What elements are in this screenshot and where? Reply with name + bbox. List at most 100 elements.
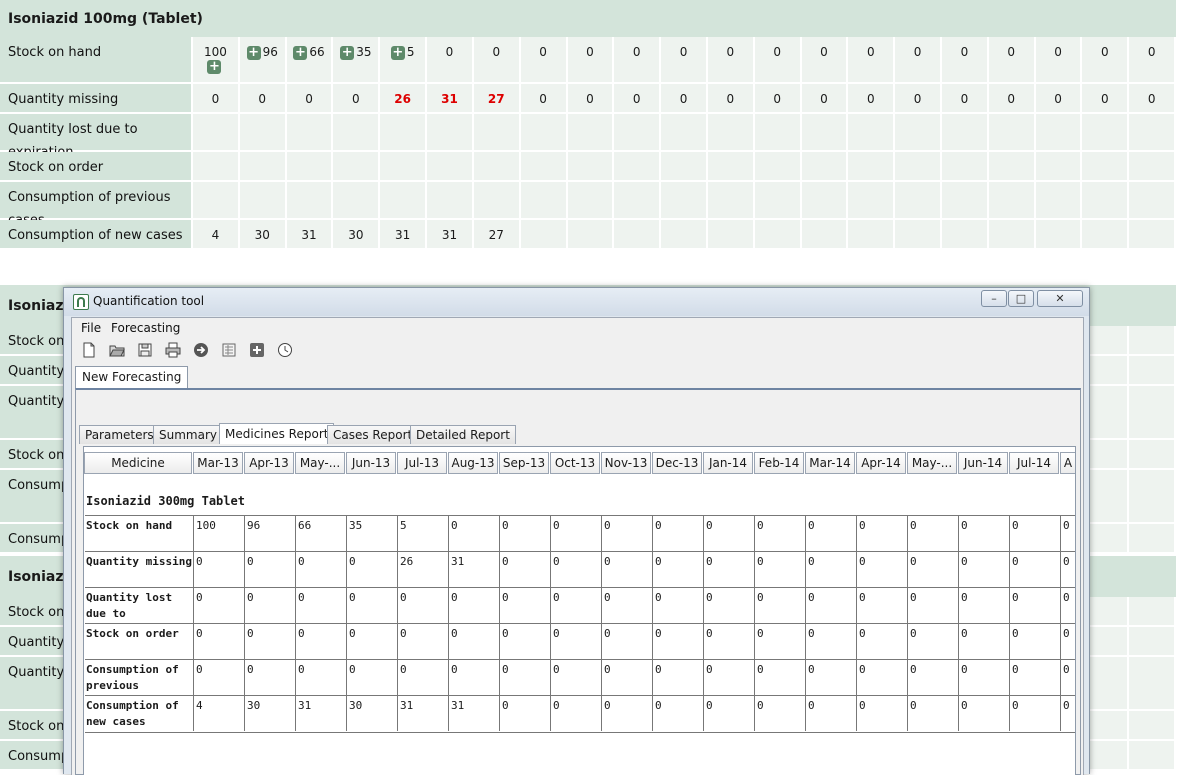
report-cell: 0 — [397, 588, 448, 623]
report-cell: 0 — [550, 624, 601, 659]
table-cell — [1129, 627, 1177, 657]
table-cell — [380, 114, 428, 152]
row-label: Stock on order — [0, 152, 193, 182]
column-header[interactable]: Jul-13 — [397, 452, 447, 474]
column-header[interactable]: Medicine — [84, 452, 192, 474]
menu-bar: File Forecasting — [72, 318, 1083, 338]
menu-file[interactable]: File — [81, 321, 101, 335]
column-header[interactable]: Mar-14 — [805, 452, 855, 474]
tab-parameters[interactable]: Parameters — [79, 425, 160, 444]
report-cell: 0 — [1009, 588, 1060, 623]
column-header[interactable]: Nov-13 — [601, 452, 651, 474]
report-cell: 0 — [805, 696, 856, 731]
table-cell: 0 — [895, 84, 942, 114]
report-cell: 0 — [550, 552, 601, 587]
table-cell — [1129, 470, 1177, 524]
table-cell — [1129, 152, 1177, 182]
report-cell: 0 — [907, 624, 958, 659]
table-cell: +5 — [380, 37, 428, 84]
column-header[interactable]: Apr-13 — [244, 452, 294, 474]
cell-value: 0 — [445, 45, 454, 59]
column-header[interactable]: Aug-13 — [448, 452, 498, 474]
print-icon[interactable] — [165, 342, 181, 358]
maximize-button[interactable]: □ — [1008, 290, 1034, 307]
add-icon[interactable]: + — [207, 59, 222, 74]
table-cell: 26 — [380, 84, 428, 114]
add-icon[interactable] — [249, 342, 265, 358]
cell-value: 0 — [679, 92, 688, 106]
column-header[interactable]: Jan-14 — [703, 452, 753, 474]
cell-value: 0 — [1147, 45, 1156, 59]
cell-value: 0 — [211, 92, 220, 106]
cell-value: 96 — [262, 45, 278, 59]
add-icon[interactable]: + — [340, 45, 355, 60]
report-cell: 4 — [193, 696, 244, 731]
table-cell — [848, 114, 896, 152]
minimize-button[interactable]: – — [981, 290, 1007, 307]
tab-cases-report[interactable]: Cases Report — [327, 425, 419, 444]
table-cell: +35 — [333, 37, 381, 84]
go-arrow-icon[interactable] — [193, 342, 209, 358]
column-header[interactable]: May-... — [295, 452, 345, 474]
table-cell: 0 — [942, 37, 989, 84]
table-cell — [754, 152, 802, 182]
table-cell: 0 — [801, 37, 849, 84]
report-cell: 0 — [703, 552, 754, 587]
report-cell: 0 — [703, 624, 754, 659]
cell-value: 31 — [301, 228, 317, 242]
column-header[interactable]: Jul-14 — [1009, 452, 1059, 474]
column-header[interactable]: Jun-14 — [958, 452, 1008, 474]
column-header[interactable]: Mar-13 — [193, 452, 243, 474]
save-icon[interactable] — [137, 342, 153, 358]
column-header[interactable]: Jun-13 — [346, 452, 396, 474]
tab-detailed-report[interactable]: Detailed Report — [410, 425, 516, 444]
report-cell: 0 — [703, 588, 754, 623]
add-icon[interactable]: + — [246, 45, 261, 60]
table-cell: 0 — [473, 37, 521, 84]
column-header[interactable]: Sep-13 — [499, 452, 549, 474]
column-header[interactable]: Dec-13 — [652, 452, 702, 474]
table-cell: 0 — [848, 84, 896, 114]
table-cell — [707, 152, 755, 182]
report-cell: 0 — [907, 660, 958, 695]
excel-icon[interactable] — [221, 342, 237, 358]
new-file-icon[interactable] — [81, 342, 97, 358]
report-cell: 0 — [754, 696, 805, 731]
close-button[interactable]: ✕ — [1037, 290, 1083, 307]
table-cell — [1129, 657, 1177, 711]
tab-summary[interactable]: Summary — [153, 425, 223, 444]
report-cell: 0 — [856, 552, 907, 587]
report-cell: 0 — [244, 660, 295, 695]
report-cell: 0 — [193, 552, 244, 587]
tab-medicines-report[interactable]: Medicines Report — [219, 423, 335, 444]
table-cell — [1129, 711, 1177, 741]
menu-forecasting[interactable]: Forecasting — [111, 321, 180, 335]
report-cell: 0 — [1060, 696, 1075, 731]
table-cell: 0 — [567, 37, 615, 84]
row-label: Quantity missing — [0, 84, 193, 114]
column-header[interactable]: Oct-13 — [550, 452, 600, 474]
report-cell: 30 — [346, 696, 397, 731]
report-cell: 0 — [244, 588, 295, 623]
add-icon[interactable]: + — [293, 45, 308, 60]
open-folder-icon[interactable] — [109, 342, 125, 358]
column-header[interactable]: May-... — [907, 452, 957, 474]
cell-value: 0 — [1054, 45, 1062, 59]
table-cell — [801, 114, 849, 152]
clock-icon[interactable] — [277, 342, 293, 358]
table-cell — [848, 220, 896, 250]
table-cell: 0 — [427, 37, 474, 84]
column-header[interactable]: A — [1060, 452, 1075, 474]
table-row: Stock on hand 100 + +96 +66 +35 +5 0 0 0 0 0 0 0 0 0 0 0 0… — [0, 37, 1177, 84]
report-cell: 0 — [652, 660, 703, 695]
table-cell: 0 — [895, 37, 942, 84]
add-icon[interactable]: + — [390, 45, 405, 60]
report-row-label: Consumption of previous — [86, 663, 179, 692]
column-header[interactable]: Feb-14 — [754, 452, 804, 474]
table-row: Consumption of previous cases — [0, 182, 1177, 228]
report-row: Quantity lost due to 0 0 0 0 0 0 0 0 0 0 0 0 0 0 0 0 0 0 — [85, 587, 1075, 623]
report-cell: 0 — [958, 516, 1009, 551]
tab-new-forecasting[interactable]: New Forecasting — [75, 366, 189, 389]
window-titlebar[interactable]: Quantification tool – □ ✕ — [64, 288, 1089, 316]
column-header[interactable]: Apr-14 — [856, 452, 906, 474]
